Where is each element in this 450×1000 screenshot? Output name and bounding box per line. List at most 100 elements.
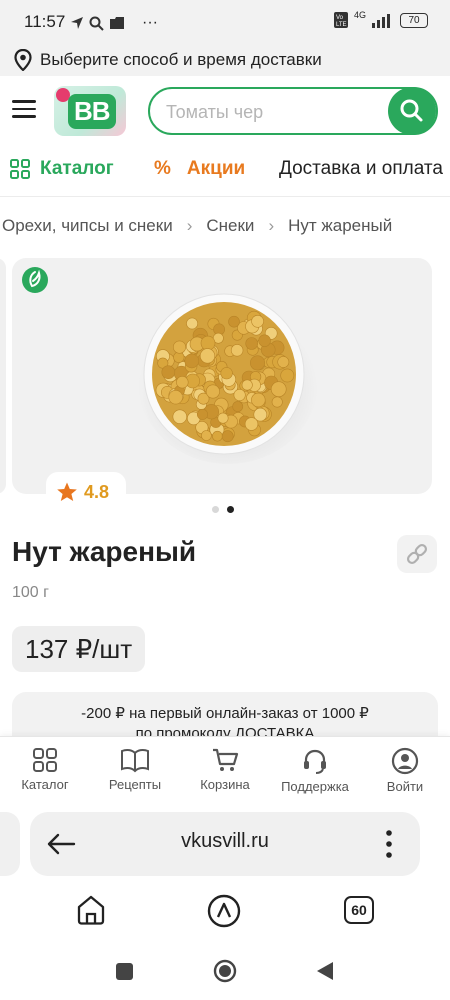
rating-badge[interactable]: 4.8: [46, 472, 126, 512]
chickpea: [201, 430, 212, 441]
bottom-nav-recipes[interactable]: Рецепты: [95, 747, 175, 792]
search-bar: [148, 87, 438, 135]
chickpea: [233, 389, 246, 402]
nav-catalog-label: Каталог: [40, 158, 114, 179]
chickpea: [212, 430, 223, 442]
bottom-nav-support[interactable]: Поддержка: [275, 747, 355, 794]
book-icon: [121, 748, 149, 773]
delivery-text: Выберите способ и время доставки: [40, 50, 322, 69]
chickpea-bowl-image: [138, 293, 318, 464]
status-time: 11:57: [24, 12, 66, 31]
chickpea: [270, 381, 287, 397]
grid-icon: [10, 159, 30, 179]
battery-icon: 70: [400, 12, 428, 28]
breadcrumb-item[interactable]: Нут жареный: [288, 216, 392, 236]
search-input[interactable]: [166, 99, 376, 125]
search-button[interactable]: [388, 87, 436, 135]
nav-delivery-payment[interactable]: Доставка и оплата: [279, 158, 443, 180]
eco-leaf-badge: [22, 267, 48, 293]
back-triangle-icon[interactable]: [316, 961, 334, 981]
star-icon: [57, 482, 77, 501]
alice-assistant-icon[interactable]: [207, 894, 241, 928]
cart-icon: [213, 748, 239, 771]
nav-delivery-label: Доставка и оплата: [279, 158, 443, 179]
chickpea: [251, 314, 264, 328]
gallery-dot[interactable]: [212, 506, 219, 513]
chickpea: [232, 401, 244, 412]
chickpea: [217, 412, 229, 424]
chickpea: [176, 375, 189, 389]
bottom-nav-label: Рецепты: [108, 777, 162, 792]
signal-icon: [372, 14, 390, 28]
volte-icon: VoLTE: [333, 12, 348, 28]
recents-button[interactable]: [116, 963, 133, 980]
link-icon: [406, 543, 428, 565]
chickpea: [173, 351, 185, 363]
battery-level: 70: [408, 14, 420, 26]
search-icon: [400, 99, 423, 122]
home-circle-icon[interactable]: [213, 959, 237, 983]
home-icon[interactable]: [76, 894, 106, 926]
delivery-selector[interactable]: Выберите способ и время доставки: [0, 44, 450, 76]
chickpea: [241, 379, 253, 391]
menu-icon[interactable]: [12, 100, 36, 120]
bottom-nav-label: Войти: [386, 779, 424, 794]
address-bar[interactable]: vkusvill.ru: [30, 812, 420, 876]
chickpea: [161, 365, 176, 379]
tabs-count-button[interactable]: 60: [344, 896, 374, 924]
chickpea: [168, 390, 183, 405]
bottom-nav-login[interactable]: Войти: [365, 747, 445, 794]
breadcrumb-item[interactable]: Снеки: [206, 216, 254, 236]
nav-promotions-label: Акции: [186, 158, 246, 179]
breadcrumb: Орехи, чипсы и снеки › Снеки › Нут жарен…: [2, 216, 392, 236]
url-text[interactable]: vkusvill.ru: [30, 830, 420, 853]
product-image[interactable]: [12, 258, 432, 494]
status-bar: 11:57 ··· Vo LTE 4G 70: [0, 0, 450, 44]
chickpea: [184, 353, 200, 369]
nav-catalog[interactable]: Каталог: [10, 158, 114, 180]
chickpea: [197, 408, 209, 420]
headset-icon: [304, 749, 326, 774]
share-link-button[interactable]: [397, 535, 437, 573]
gallery-pagination: [212, 506, 234, 513]
promo-text-line1: -200 ₽ на первый онлайн-заказ от 1000 ₽: [81, 705, 369, 722]
grid-icon: [33, 748, 57, 772]
status-icons: ···: [70, 14, 158, 32]
chickpea: [280, 368, 295, 383]
chickpea: [230, 344, 244, 357]
gallery-prev-image[interactable]: [0, 258, 6, 494]
bottom-nav-catalog[interactable]: Каталог: [5, 747, 85, 792]
network-type: 4G: [353, 10, 366, 20]
rating-value: 4.8: [84, 481, 110, 502]
status-right: Vo LTE 4G 70: [333, 10, 428, 28]
folder-icon: [110, 17, 124, 29]
chickpea: [245, 337, 258, 350]
bottom-nav-label: Каталог: [21, 777, 69, 792]
chevron-right-icon: ›: [268, 216, 275, 235]
chickpea: [244, 417, 259, 431]
search-icon: [89, 16, 104, 31]
gallery-dot-active[interactable]: [227, 506, 234, 513]
breadcrumb-item[interactable]: Орехи, чипсы и снеки: [2, 216, 173, 236]
product-title: Нут жареный: [12, 536, 197, 567]
browser-prev-tab[interactable]: [0, 812, 20, 876]
chickpea: [250, 355, 266, 371]
top-nav: Каталог % Акции Доставка и оплата: [0, 148, 450, 192]
chickpea: [228, 315, 240, 328]
leaf-icon: [29, 269, 41, 288]
svg-text:LTE: LTE: [336, 22, 347, 28]
location-pin-icon: [14, 49, 32, 71]
system-nav-bar: [0, 944, 450, 1000]
product-price: 137 ₽/шт: [12, 626, 146, 672]
logo[interactable]: BB: [54, 86, 126, 136]
bottom-nav-label: Поддержка: [281, 779, 349, 794]
chickpea: [172, 409, 188, 424]
chickpea: [251, 392, 266, 408]
nav-promotions[interactable]: % Акции: [154, 158, 245, 180]
more-vert-icon[interactable]: [382, 828, 396, 860]
bottom-nav: Каталог Рецепты Корзина Поддержка Войти: [0, 736, 450, 804]
chickpea: [173, 340, 187, 354]
bottom-nav-cart[interactable]: Корзина: [185, 747, 265, 792]
chickpea: [199, 348, 216, 364]
browser-home-row: 60: [0, 880, 450, 944]
